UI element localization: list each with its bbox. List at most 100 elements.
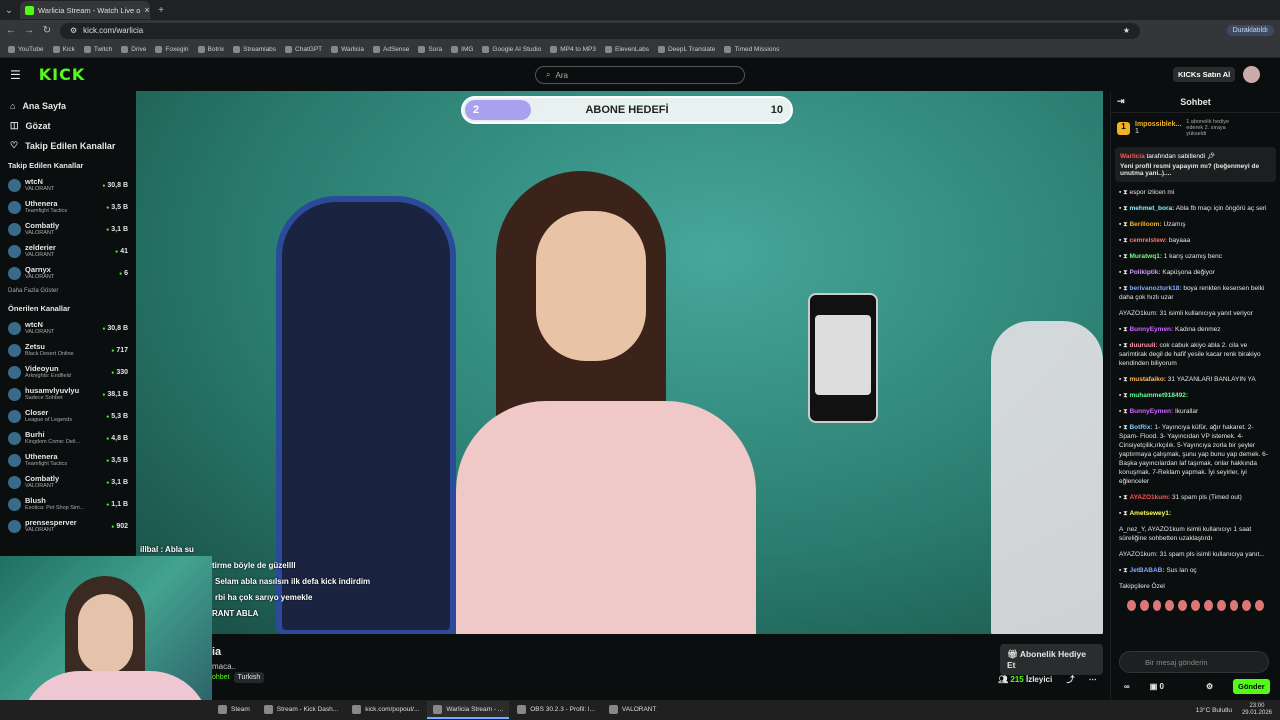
channel-item[interactable]: zelderierVALORANT 41: [8, 240, 128, 262]
nav-following[interactable]: ♡ Takip Edilen Kanallar: [10, 140, 128, 151]
bookmark-item[interactable]: Foxegin: [155, 45, 189, 53]
channel-item[interactable]: CombatlyVALORANT 3,1 B: [8, 471, 128, 493]
chat-message[interactable]: ▪ ⧗ BunnyEymen: Kadına denmez: [1119, 325, 1272, 334]
emote-icon[interactable]: [1203, 600, 1213, 611]
emote-icon[interactable]: [1255, 600, 1264, 611]
send-button[interactable]: Gönder: [1233, 679, 1270, 694]
bookmark-item[interactable]: Botrix: [197, 45, 224, 53]
emote-icon[interactable]: [1127, 600, 1136, 611]
channel-item[interactable]: CombatlyVALORANT 3,1 B: [8, 218, 128, 240]
chat-message[interactable]: ▪ ⧗ berivanozturk18: boya renkten kesers…: [1119, 284, 1272, 302]
taskbar-item[interactable]: Warlicia Stream - ...: [427, 701, 510, 719]
chat-username[interactable]: BunnyEymen:: [1129, 408, 1173, 415]
chat-message[interactable]: ▪ ⧗ duuruuli: cok cabuk akiyo abla 2. ci…: [1119, 341, 1272, 368]
chat-message[interactable]: ▪ ⧗ Ametsewey1:: [1119, 509, 1272, 518]
url-field[interactable]: ⚙ kick.com/warlicia ★: [60, 22, 1140, 39]
chat-message[interactable]: ▪ ⧗ Polikiptik: Kapüşona değiyor: [1119, 268, 1272, 277]
chat-message[interactable]: ▪ ⧗ espor izlicen mi: [1119, 188, 1272, 197]
channel-item[interactable]: ZetsuBlack Desert Online 717: [8, 339, 128, 361]
collapse-chat-icon[interactable]: ⇥: [1117, 96, 1125, 107]
bookmark-item[interactable]: Sora: [418, 45, 442, 53]
menu-icon[interactable]: ☰: [10, 68, 21, 82]
chat-username[interactable]: Polikiptik:: [1129, 269, 1160, 276]
language-tag[interactable]: Turkish: [233, 672, 265, 683]
channel-item[interactable]: prensesperverVALORANT 902: [8, 515, 128, 537]
gift-sub-button[interactable]: 🎁︎ Abonelik Hediye Et: [1000, 644, 1103, 675]
chat-message[interactable]: ▪ ⧗ mehmet_bora: Abla fb maçı için öngör…: [1119, 204, 1272, 213]
bookmark-item[interactable]: Google AI Studio: [482, 45, 541, 53]
chat-input[interactable]: Bir mesaj gönderin: [1119, 651, 1269, 673]
settings-icon[interactable]: ⚙: [1206, 682, 1213, 691]
bookmark-item[interactable]: Timed Missions: [724, 45, 779, 53]
chat-username[interactable]: mustafaiko:: [1129, 376, 1165, 383]
chat-username[interactable]: cemrelstew:: [1129, 237, 1167, 244]
chat-message[interactable]: ▪ ⧗ JetBABAB: Sus lan oç: [1119, 566, 1272, 575]
search-input[interactable]: ⌕ Ara: [535, 66, 745, 84]
chat-message[interactable]: ▪ ⧗ BotRix: 1- Yayıncıya küfür, ağır hak…: [1119, 423, 1272, 486]
new-tab-icon[interactable]: +: [156, 5, 166, 16]
chat-username[interactable]: muhammet918492:: [1129, 392, 1188, 399]
reload-icon[interactable]: ↻: [42, 25, 52, 36]
clock[interactable]: 23:00 29.01.2026: [1242, 703, 1272, 717]
emote-icon[interactable]: [1152, 600, 1162, 611]
bookmark-item[interactable]: AdSense: [373, 45, 409, 53]
bookmark-item[interactable]: Streamlabs: [233, 45, 276, 53]
emote-icon[interactable]: [1229, 600, 1239, 611]
chat-message[interactable]: ▪ ⧗ AYAZO1kum: 31 spam pls (Timed out): [1119, 493, 1272, 502]
share-icon[interactable]: ⤴: [1066, 675, 1074, 684]
bookmark-item[interactable]: IMG: [451, 45, 473, 53]
emote-icon[interactable]: [1191, 600, 1200, 611]
chat-username[interactable]: Ametsewey1:: [1129, 510, 1171, 517]
channel-item[interactable]: CloserLeague of Legends 5,3 B: [8, 405, 128, 427]
channel-item[interactable]: VideoyunArknights: Endfield 330: [8, 361, 128, 383]
channel-item[interactable]: BlushExotica: Pet Shop Sim... 1,1 B: [8, 493, 128, 515]
bookmark-item[interactable]: DeepL Translate: [657, 45, 715, 53]
chat-message[interactable]: ▪ ⧗ Muratwq1: 1 karış uzamış benc: [1119, 252, 1272, 261]
close-tab-icon[interactable]: ×: [144, 5, 149, 15]
chat-message[interactable]: ▪ ⧗ BunnyEymen: Ikurallar: [1119, 407, 1272, 416]
channel-item[interactable]: husamvlyuvlyuSadece Sohbet 38,1 B: [8, 383, 128, 405]
forward-icon[interactable]: →: [24, 25, 34, 36]
taskbar-item[interactable]: VALORANT: [603, 701, 663, 719]
chat-username[interactable]: Muratwq1:: [1129, 253, 1162, 260]
chat-message[interactable]: ▪ ⧗ muhammet918492:: [1119, 391, 1272, 400]
bookmark-item[interactable]: Twitch: [83, 45, 112, 53]
emote-icon[interactable]: [1139, 600, 1149, 611]
chat-username[interactable]: BotRix:: [1129, 424, 1152, 431]
taskbar-item[interactable]: OBS 30.2.3 - Profil: l...: [511, 701, 601, 719]
chat-message[interactable]: ▪ ⧗ mustafaiko: 31 YAZANLARI BANLAYIN YA: [1119, 375, 1272, 384]
bookmark-item[interactable]: ChatGPT: [285, 45, 322, 53]
chat-username[interactable]: JetBABAB:: [1129, 567, 1164, 574]
channel-item[interactable]: wtcNVALORANT 30,8 B: [8, 174, 128, 196]
emote-icon[interactable]: [1216, 600, 1226, 611]
kick-logo[interactable]: KICK: [39, 65, 86, 84]
user-avatar[interactable]: [1243, 66, 1260, 83]
chat-username[interactable]: mehmet_bora:: [1129, 205, 1174, 212]
bookmark-item[interactable]: YouTube: [8, 45, 44, 53]
chat-username[interactable]: BunnyEymen:: [1129, 326, 1173, 333]
tab-warlicia[interactable]: Warlicia Stream - Watch Live o ×: [20, 1, 150, 19]
nav-home[interactable]: ⌂ Ana Sayfa: [10, 101, 128, 111]
chat-username[interactable]: duuruuli:: [1129, 342, 1157, 349]
tab-list-icon[interactable]: ⌄: [4, 5, 14, 16]
nav-browse[interactable]: ◫ Gözat: [10, 120, 128, 131]
bookmark-item[interactable]: MP4 to MP3: [550, 45, 596, 53]
weather[interactable]: 13°C Bulutlu: [1196, 707, 1232, 714]
emote-icon[interactable]: [1242, 600, 1252, 611]
chat-username[interactable]: Berilloom:: [1129, 221, 1161, 228]
bookmark-item[interactable]: Kick: [52, 45, 75, 53]
bookmark-item[interactable]: ElevenLabs: [604, 45, 649, 53]
top-gifter-name[interactable]: Impossiblek...: [1135, 121, 1181, 128]
chat-username[interactable]: berivanozturk18:: [1129, 285, 1181, 292]
channel-item[interactable]: QarnyxVALORANT 6: [8, 262, 128, 284]
taskbar-item[interactable]: Stream - Kick Dash...: [258, 701, 344, 719]
buy-kicks-button[interactable]: KICKs Satın Al: [1173, 67, 1236, 82]
chat-message[interactable]: ▪ ⧗ Berilloom: Uzamış: [1119, 220, 1272, 229]
start-icon[interactable]: [0, 701, 210, 719]
emote-icon[interactable]: [1178, 600, 1188, 611]
taskbar-item[interactable]: kick.com/popout/...: [346, 701, 425, 719]
chat-username[interactable]: AYAZO1kum:: [1129, 494, 1170, 501]
more-icon[interactable]: ⋯: [1089, 675, 1097, 684]
bookmark-item[interactable]: Warlicia: [331, 45, 364, 53]
show-more-link[interactable]: Daha Fazla Göster: [8, 288, 128, 294]
